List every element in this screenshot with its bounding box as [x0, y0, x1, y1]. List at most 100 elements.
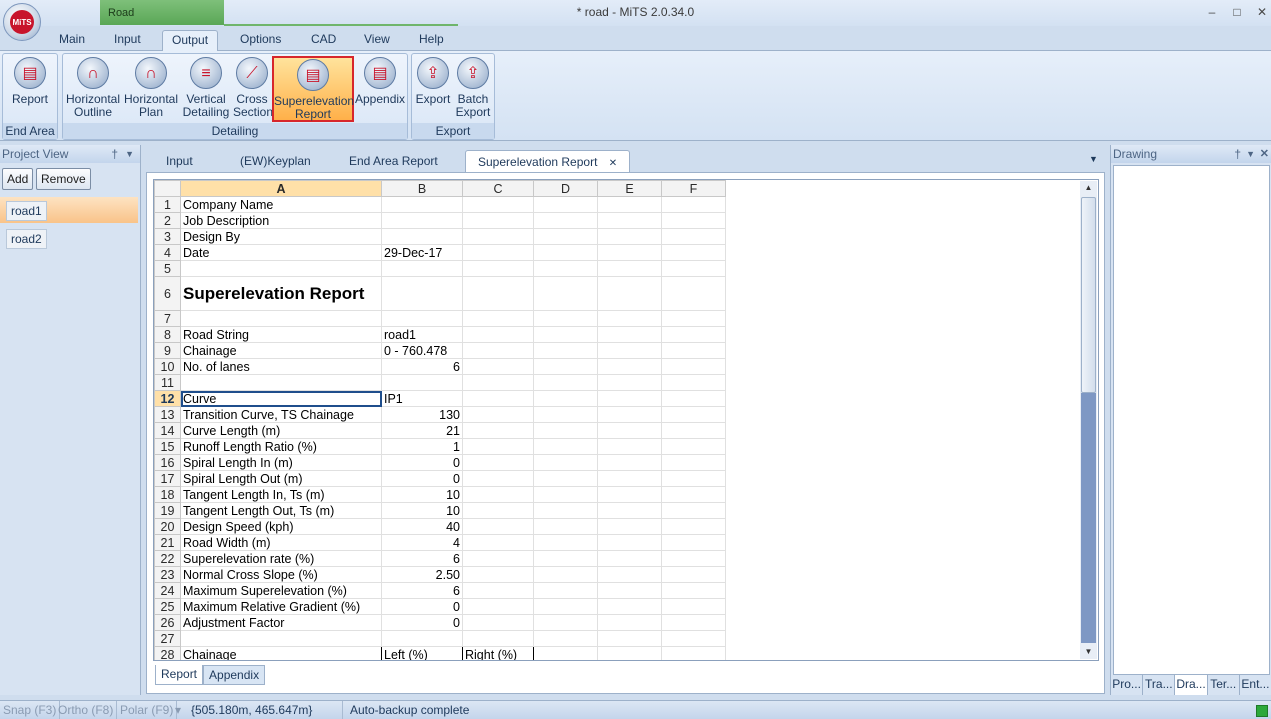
cell-empty[interactable]: [533, 502, 598, 519]
cell-empty[interactable]: [533, 212, 598, 229]
batch-export-button[interactable]: ⇪ Batch Export: [454, 56, 492, 122]
cell-empty[interactable]: [597, 196, 662, 213]
cell-empty[interactable]: [597, 502, 662, 519]
project-item-road1[interactable]: road1: [6, 201, 47, 221]
cell-a[interactable]: [180, 630, 382, 647]
cell-empty[interactable]: [533, 614, 598, 631]
cell-a[interactable]: [180, 310, 382, 327]
cell-empty[interactable]: [661, 630, 726, 647]
cell-empty[interactable]: [533, 342, 598, 359]
cell-empty[interactable]: [597, 646, 662, 660]
cell-b[interactable]: 130: [381, 406, 463, 423]
cell-empty[interactable]: [533, 566, 598, 583]
cell-empty[interactable]: [533, 358, 598, 375]
row-header[interactable]: 8: [154, 326, 181, 343]
row-header[interactable]: 25: [154, 598, 181, 615]
row-header[interactable]: 17: [154, 470, 181, 487]
row-header[interactable]: 7: [154, 310, 181, 327]
cell-a[interactable]: Curve: [180, 390, 382, 407]
cell-b[interactable]: 21: [381, 422, 463, 439]
cell-b[interactable]: Left (%): [381, 646, 463, 660]
cell-empty[interactable]: [661, 438, 726, 455]
cell-b[interactable]: 10: [381, 486, 463, 503]
scroll-thumb[interactable]: [1081, 197, 1096, 393]
cell-empty[interactable]: [661, 228, 726, 245]
cell-empty[interactable]: [661, 374, 726, 391]
cell-c[interactable]: [462, 630, 534, 647]
cell-empty[interactable]: [597, 422, 662, 439]
cell-c[interactable]: [462, 342, 534, 359]
cell-empty[interactable]: [661, 598, 726, 615]
superelevation-report-button[interactable]: ▤ Superelevation Report: [272, 56, 354, 122]
sheet-tab-appendix[interactable]: Appendix: [203, 665, 266, 685]
close-tab-icon[interactable]: ✕: [609, 158, 617, 169]
corner-cell[interactable]: [154, 180, 181, 197]
cell-empty[interactable]: [533, 196, 598, 213]
cell-c[interactable]: [462, 566, 534, 583]
cell-empty[interactable]: [597, 470, 662, 487]
cell-c[interactable]: [462, 326, 534, 343]
row-header[interactable]: 4: [154, 244, 181, 261]
cell-empty[interactable]: [661, 196, 726, 213]
cell-a[interactable]: Road String: [180, 326, 382, 343]
appendix-button[interactable]: ▤ Appendix: [355, 56, 405, 122]
cell-empty[interactable]: [533, 646, 598, 660]
cell-a[interactable]: Superelevation rate (%): [180, 550, 382, 567]
row-header[interactable]: 11: [154, 374, 181, 391]
cell-empty[interactable]: [533, 276, 598, 311]
cell-empty[interactable]: [597, 374, 662, 391]
cell-empty[interactable]: [597, 244, 662, 261]
cell-empty[interactable]: [533, 422, 598, 439]
cell-empty[interactable]: [597, 342, 662, 359]
cell-empty[interactable]: [597, 486, 662, 503]
cell-empty[interactable]: [661, 212, 726, 229]
cell-a[interactable]: Company Name: [180, 196, 382, 213]
scroll-down-icon[interactable]: ▼: [1080, 645, 1097, 659]
cell-empty[interactable]: [661, 276, 726, 311]
tab-options[interactable]: Options: [231, 30, 290, 51]
spreadsheet[interactable]: A B C D E F 1 Company Name 2 Job Descriptio…: [153, 179, 1099, 661]
cell-b[interactable]: [381, 310, 463, 327]
row-header[interactable]: 23: [154, 566, 181, 583]
cell-a[interactable]: Spiral Length In (m): [180, 454, 382, 471]
cell-empty[interactable]: [533, 310, 598, 327]
doc-tab-input[interactable]: Input: [154, 150, 205, 172]
cell-empty[interactable]: [661, 358, 726, 375]
tab-help[interactable]: Help: [410, 30, 453, 51]
cell-b[interactable]: [381, 196, 463, 213]
row-header[interactable]: 9: [154, 342, 181, 359]
cell-empty[interactable]: [533, 406, 598, 423]
tab-main[interactable]: Main: [50, 30, 94, 51]
column-header-d[interactable]: D: [533, 180, 598, 197]
cell-empty[interactable]: [661, 502, 726, 519]
cell-empty[interactable]: [597, 276, 662, 311]
cell-c[interactable]: [462, 550, 534, 567]
cell-b[interactable]: 0: [381, 614, 463, 631]
cell-a[interactable]: Date: [180, 244, 382, 261]
row-header[interactable]: 16: [154, 454, 181, 471]
drawing-close-icon[interactable]: ✕: [1260, 145, 1269, 163]
snap-toggle[interactable]: Snap (F3): [0, 701, 61, 719]
cell-empty[interactable]: [533, 534, 598, 551]
cell-a[interactable]: Spiral Length Out (m): [180, 470, 382, 487]
cell-a[interactable]: Normal Cross Slope (%): [180, 566, 382, 583]
cross-section-button[interactable]: ⟋ Cross Section: [233, 56, 273, 122]
row-header[interactable]: 3: [154, 228, 181, 245]
row-header[interactable]: 2: [154, 212, 181, 229]
cell-a[interactable]: Job Description: [180, 212, 382, 229]
cell-c[interactable]: [462, 196, 534, 213]
vertical-detailing-button[interactable]: ≡ Vertical Detailing: [181, 56, 231, 122]
column-header-e[interactable]: E: [597, 180, 662, 197]
cell-b[interactable]: road1: [381, 326, 463, 343]
cell-b[interactable]: [381, 228, 463, 245]
add-button[interactable]: Add: [2, 168, 34, 190]
cell-empty[interactable]: [661, 454, 726, 471]
vertical-scrollbar[interactable]: ▲ ▼: [1080, 181, 1097, 659]
scroll-track[interactable]: [1081, 393, 1096, 643]
row-header[interactable]: 24: [154, 582, 181, 599]
ortho-toggle[interactable]: Ortho (F8): [55, 701, 118, 719]
tab-cad[interactable]: CAD: [302, 30, 345, 51]
row-header[interactable]: 22: [154, 550, 181, 567]
cell-b[interactable]: 10: [381, 502, 463, 519]
cell-b[interactable]: 0: [381, 470, 463, 487]
